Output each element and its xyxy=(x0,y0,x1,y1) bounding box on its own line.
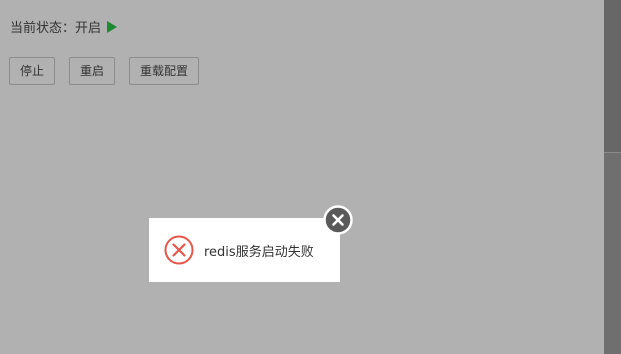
restart-button[interactable]: 重启 xyxy=(69,57,116,85)
right-panel-divider xyxy=(604,152,621,153)
action-buttons: 停止 重启 重载配置 xyxy=(9,57,200,85)
status-value: 开启 xyxy=(75,21,102,36)
status-row: 当前状态： 开启 xyxy=(10,17,118,36)
close-icon[interactable] xyxy=(323,205,353,235)
status-label: 当前状态： xyxy=(10,21,76,36)
right-panel-edge xyxy=(604,0,621,354)
play-icon xyxy=(107,20,118,33)
right-panel-upper xyxy=(604,0,621,152)
reload-config-button[interactable]: 重载配置 xyxy=(129,57,200,85)
error-circle-icon xyxy=(164,235,194,265)
stop-button[interactable]: 停止 xyxy=(9,57,56,85)
error-toast: redis服务启动失败 xyxy=(149,218,340,282)
toast-message: redis服务启动失败 xyxy=(204,244,314,260)
